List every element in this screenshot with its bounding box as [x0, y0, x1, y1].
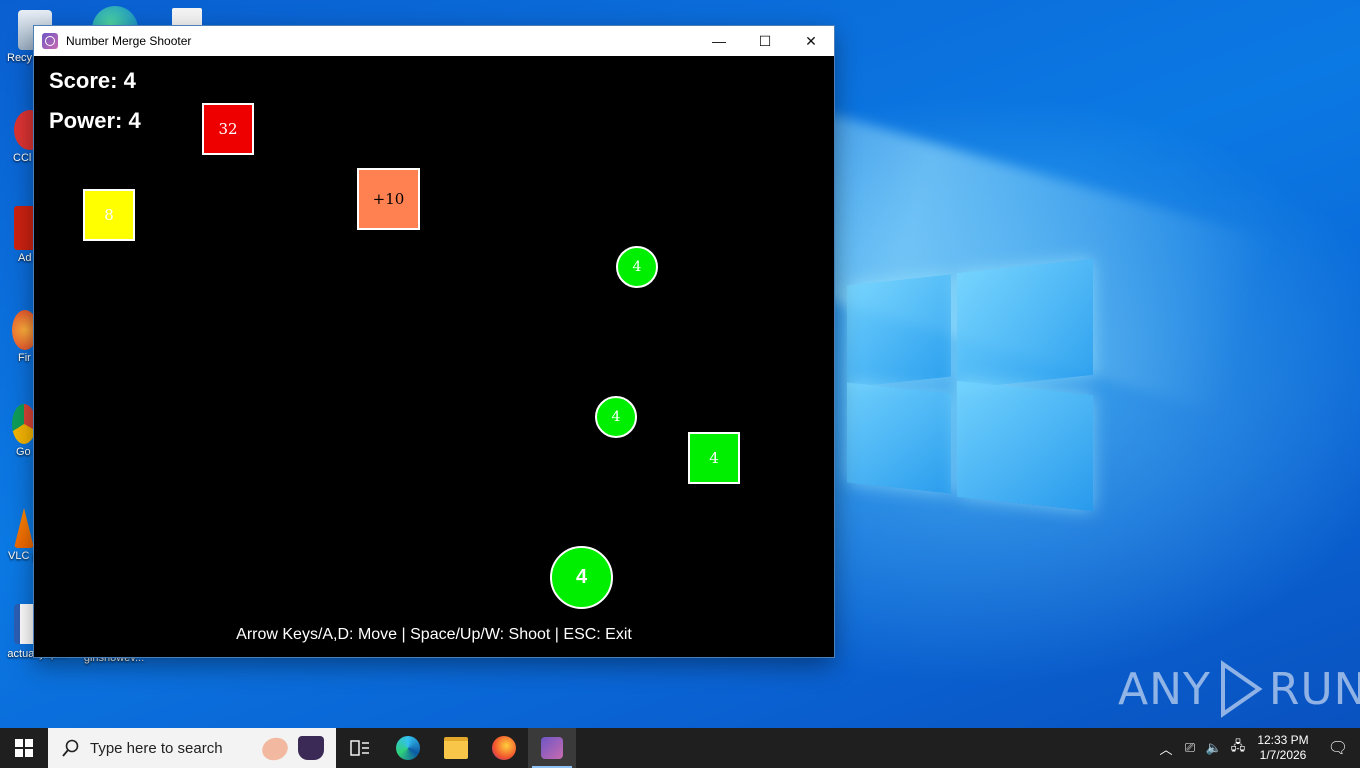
game-canvas[interactable]: Score: 4 Power: 4 32 8 +10 4 4 4 4 Arrow… — [34, 56, 834, 657]
taskbar: Type here to search ︿ ⎚ 🔈 🖧 12:33 PM 1/7… — [0, 728, 1360, 768]
app-icon — [42, 33, 58, 49]
power-label: Power: 4 — [49, 108, 141, 133]
file-explorer-button[interactable] — [432, 728, 480, 768]
title-bar[interactable]: Number Merge Shooter — ☐ ✕ — [34, 26, 834, 56]
meet-now-icon[interactable]: ⎚ — [1178, 740, 1202, 756]
edge-taskbar-button[interactable] — [384, 728, 432, 768]
number-block: 4 — [688, 432, 740, 484]
start-button[interactable] — [0, 728, 48, 768]
search-highlight-decoration — [259, 732, 330, 764]
network-icon[interactable]: 🖧 — [1226, 737, 1250, 759]
number-block: 32 — [202, 103, 254, 155]
windows-logo-wallpaper — [845, 258, 1095, 513]
firefox-taskbar-button[interactable] — [480, 728, 528, 768]
anyrun-watermark: ANY RUN — [1118, 660, 1360, 718]
window-title: Number Merge Shooter — [66, 34, 192, 48]
score-label: Score: 4 — [49, 68, 136, 93]
bullet: 4 — [616, 246, 658, 288]
bonus-block: +10 — [357, 168, 420, 230]
play-icon — [1220, 660, 1263, 718]
edge-icon — [396, 736, 420, 760]
bullet: 4 — [595, 396, 637, 438]
watermark-left: ANY — [1118, 663, 1211, 715]
windows-icon — [15, 739, 33, 757]
task-view-icon — [350, 740, 369, 756]
volume-icon[interactable]: 🔈 — [1202, 740, 1226, 756]
clock-time: 12:33 PM — [1257, 733, 1309, 747]
maximize-button[interactable]: ☐ — [742, 26, 788, 56]
desktop-icon-label: CCl — [13, 152, 32, 164]
watermark-right: RUN — [1268, 663, 1360, 715]
app-icon — [541, 737, 563, 759]
firefox-icon — [492, 736, 516, 760]
search-icon — [62, 739, 79, 757]
clock[interactable]: 12:33 PM 1/7/2026 — [1250, 733, 1316, 763]
app-window: Number Merge Shooter — ☐ ✕ Score: 4 Powe… — [34, 26, 834, 657]
desktop-icon-label: Recy — [7, 52, 33, 64]
game-taskbar-button[interactable] — [528, 728, 576, 768]
minimize-button[interactable]: — — [696, 26, 742, 56]
task-view-button[interactable] — [336, 728, 384, 768]
controls-help: Arrow Keys/A,D: Move | Space/Up/W: Shoot… — [236, 626, 632, 643]
close-button[interactable]: ✕ — [788, 26, 834, 56]
notifications-icon[interactable]: 🗨 — [1316, 738, 1360, 758]
number-block: 8 — [83, 189, 135, 241]
desktop-icon-label: Fir — [18, 352, 31, 364]
clock-date: 1/7/2026 — [1259, 748, 1307, 762]
player-shooter: 4 — [550, 546, 613, 609]
chevron-up-icon[interactable]: ︿ — [1154, 739, 1178, 758]
system-tray: ︿ ⎚ 🔈 🖧 12:33 PM 1/7/2026 🗨 — [1154, 728, 1360, 768]
taskbar-search[interactable]: Type here to search — [48, 728, 336, 768]
folder-icon — [444, 737, 468, 759]
search-placeholder: Type here to search — [90, 739, 223, 757]
